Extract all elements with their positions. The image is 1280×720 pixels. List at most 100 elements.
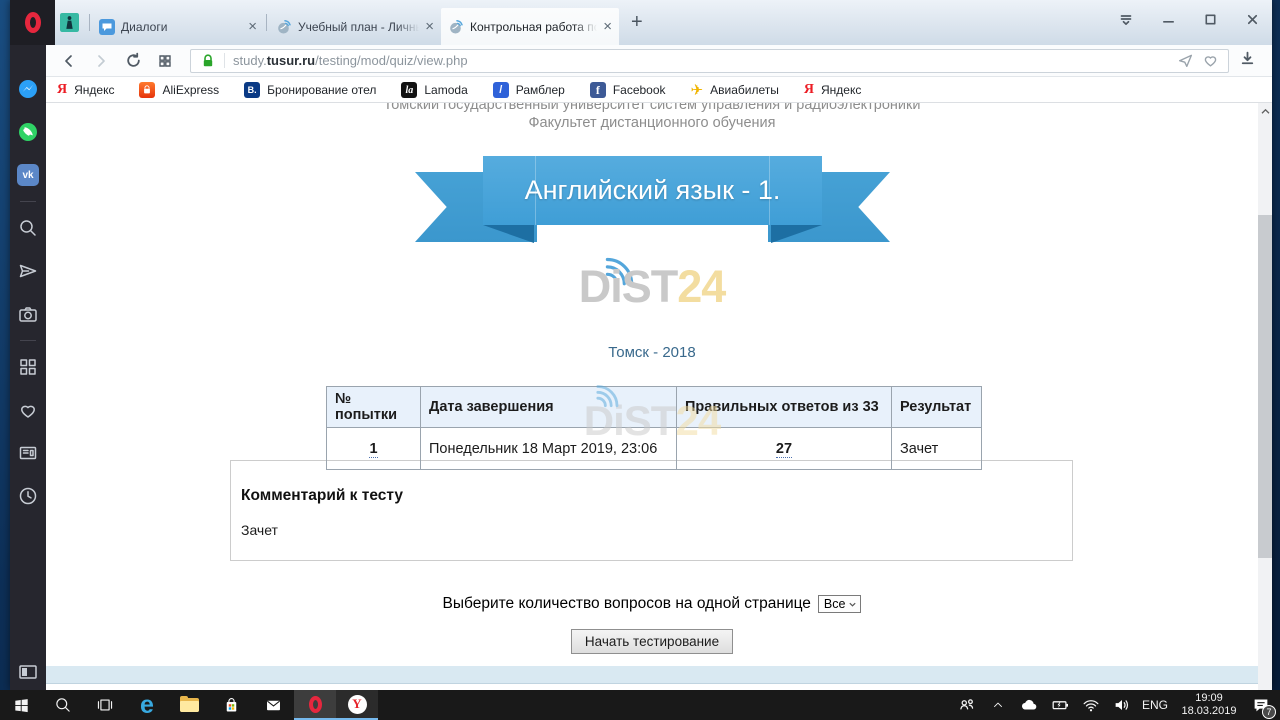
bookmark-label: Авиабилеты bbox=[710, 83, 779, 97]
bookmark-facebook[interactable]: f Facebook bbox=[590, 82, 666, 98]
col-result: Результат bbox=[892, 387, 982, 428]
correct-answers-link[interactable]: 27 bbox=[776, 441, 792, 458]
people-icon[interactable] bbox=[956, 694, 978, 716]
tab-separator bbox=[266, 14, 267, 31]
table-row: 1 Понедельник 18 Март 2019, 23:06 27 Зач… bbox=[327, 428, 982, 470]
whatsapp-icon[interactable] bbox=[17, 121, 39, 143]
snapshot-camera-icon[interactable] bbox=[17, 303, 39, 325]
store-icon bbox=[222, 696, 241, 715]
my-flow-icon[interactable] bbox=[17, 260, 39, 282]
bookmarks-heart-icon[interactable] bbox=[17, 399, 39, 421]
opera-sidebar: vk bbox=[10, 45, 46, 690]
action-center-button[interactable]: 7 bbox=[1250, 694, 1272, 716]
start-test-button[interactable]: Начать тестирование bbox=[571, 629, 733, 654]
chat-icon bbox=[99, 19, 115, 35]
file-explorer-button[interactable] bbox=[168, 690, 210, 720]
faculty-name: Факультет дистанционного обучения bbox=[46, 115, 1258, 131]
wifi-icon[interactable] bbox=[1080, 694, 1102, 716]
questions-per-page-select[interactable]: Все bbox=[818, 595, 862, 613]
select-value: Все bbox=[824, 597, 846, 611]
sidebar-setup-icon[interactable] bbox=[17, 661, 39, 683]
mail-icon bbox=[264, 696, 283, 715]
windows-logo-icon bbox=[13, 697, 30, 714]
tray-chevron-up-icon[interactable] bbox=[987, 694, 1009, 716]
tab-separator bbox=[89, 14, 90, 31]
news-icon[interactable] bbox=[17, 442, 39, 464]
dist24-logo: DiST24 bbox=[46, 261, 1258, 313]
new-tab-button[interactable]: + bbox=[631, 11, 643, 34]
bookmark-label: Яндекс bbox=[74, 83, 114, 97]
opera-icon bbox=[309, 696, 322, 713]
minimize-icon[interactable] bbox=[1161, 12, 1176, 27]
bookmark-rambler[interactable]: / Рамблер bbox=[493, 82, 565, 98]
microsoft-store-button[interactable] bbox=[210, 690, 252, 720]
rambler-icon: / bbox=[493, 82, 509, 98]
volume-icon[interactable] bbox=[1111, 694, 1133, 716]
downloads-icon[interactable] bbox=[1239, 50, 1256, 72]
tab-dialogs[interactable]: Диалоги × bbox=[92, 8, 264, 45]
secure-lock-icon[interactable] bbox=[200, 53, 216, 69]
address-bar[interactable]: study.tusur.ru/testing/mod/quiz/view.php bbox=[190, 49, 1229, 73]
scrollbar-thumb[interactable] bbox=[1258, 215, 1272, 558]
course-title: Английский язык - 1. bbox=[483, 156, 822, 225]
back-icon[interactable] bbox=[56, 50, 82, 72]
tab-quiz-active[interactable]: Контрольная работа по д × bbox=[441, 8, 619, 45]
sidebar-divider bbox=[20, 340, 36, 341]
city-year: Томск - 2018 bbox=[46, 344, 1258, 361]
send-to-flow-icon[interactable] bbox=[1177, 52, 1194, 69]
close-icon[interactable] bbox=[1245, 12, 1260, 27]
reload-icon[interactable] bbox=[120, 50, 146, 72]
speed-dial-icon[interactable] bbox=[152, 50, 178, 72]
yandex-icon: Я bbox=[57, 82, 67, 98]
tab-study-plan[interactable]: Учебный план - Личный × bbox=[269, 8, 441, 45]
browser-window: Диалоги × Учебный план - Личный × Контро… bbox=[10, 0, 1272, 690]
cell-date: Понедельник 18 Март 2019, 23:06 bbox=[421, 428, 677, 470]
mail-button[interactable] bbox=[252, 690, 294, 720]
maximize-icon[interactable] bbox=[1203, 12, 1218, 27]
tab-menu-icon[interactable] bbox=[1118, 11, 1134, 27]
bookmark-label: Рамблер bbox=[516, 83, 565, 97]
forward-icon[interactable] bbox=[88, 50, 114, 72]
scroll-up-arrow[interactable] bbox=[1258, 105, 1272, 118]
opera-menu-button[interactable] bbox=[10, 0, 55, 45]
col-correct: Правильных ответов из 33 bbox=[677, 387, 892, 428]
sidebar-divider bbox=[20, 201, 36, 202]
url-path: /testing/mod/quiz/view.php bbox=[315, 53, 467, 68]
tab-close-icon[interactable]: × bbox=[425, 19, 434, 34]
edge-button[interactable]: e bbox=[126, 690, 168, 720]
bookmark-label: AliExpress bbox=[162, 83, 219, 97]
bookmark-yandex-2[interactable]: Я Яндекс bbox=[804, 82, 861, 98]
bookmark-yandex[interactable]: Я Яндекс bbox=[57, 82, 114, 98]
messenger-icon[interactable] bbox=[17, 78, 39, 100]
window-controls bbox=[1118, 0, 1260, 38]
tab-close-icon[interactable]: × bbox=[603, 19, 612, 34]
bookmark-avia[interactable]: ✈ Авиабилеты bbox=[691, 81, 779, 99]
url-separator bbox=[224, 53, 225, 68]
task-view-button[interactable] bbox=[84, 690, 126, 720]
tray-time: 19:09 bbox=[1177, 692, 1241, 705]
clock[interactable]: 19:09 18.03.2019 bbox=[1177, 692, 1241, 718]
speed-dial-grid-icon[interactable] bbox=[17, 356, 39, 378]
bookmark-booking[interactable]: В. Бронирование отел bbox=[244, 82, 376, 98]
bookmark-aliexpress[interactable]: AliExpress bbox=[139, 82, 219, 98]
onedrive-cloud-icon[interactable] bbox=[1018, 694, 1040, 716]
opera-taskbar-button[interactable] bbox=[294, 690, 336, 720]
taskbar-search-button[interactable] bbox=[42, 690, 84, 720]
pinned-tab-favicon[interactable] bbox=[60, 13, 79, 32]
vk-icon[interactable]: vk bbox=[17, 164, 39, 186]
course-banner: Английский язык - 1. bbox=[415, 156, 890, 243]
language-indicator[interactable]: ENG bbox=[1142, 698, 1168, 712]
bookmark-heart-icon[interactable] bbox=[1202, 52, 1219, 69]
history-clock-icon[interactable] bbox=[17, 485, 39, 507]
logo-dist-text: DiST bbox=[579, 261, 678, 312]
bookmark-label: Яндекс bbox=[821, 83, 861, 97]
start-button[interactable] bbox=[0, 690, 42, 720]
search-icon[interactable] bbox=[17, 217, 39, 239]
attempt-link[interactable]: 1 bbox=[369, 441, 377, 458]
scrollbar[interactable] bbox=[1258, 103, 1272, 690]
search-icon bbox=[54, 696, 72, 714]
battery-icon[interactable] bbox=[1049, 694, 1071, 716]
bookmark-lamoda[interactable]: la Lamoda bbox=[401, 82, 467, 98]
tab-close-icon[interactable]: × bbox=[248, 19, 257, 34]
yandex-browser-taskbar-button[interactable]: Y bbox=[336, 690, 378, 720]
